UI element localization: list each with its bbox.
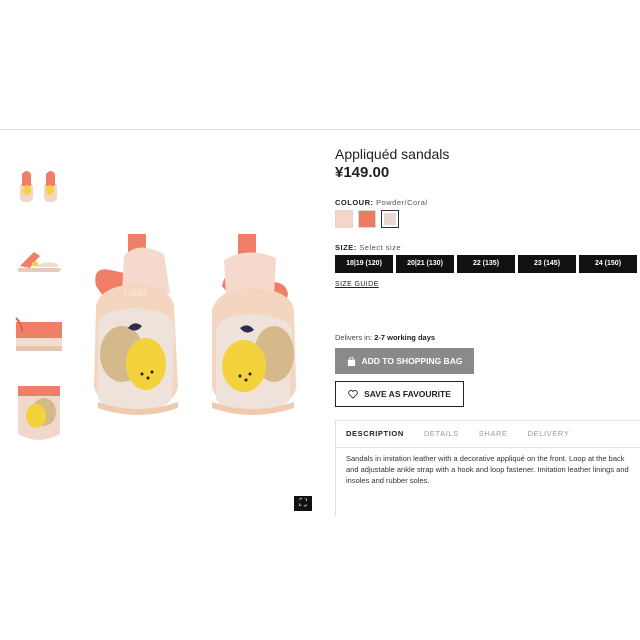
save-favourite-button[interactable]: SAVE AS FAVOURITE <box>335 381 464 407</box>
fullscreen-icon[interactable]: ⛶ <box>294 496 312 511</box>
colour-label-text: COLOUR: <box>335 198 374 207</box>
product-description: Sandals in imitation leather with a deco… <box>346 454 629 485</box>
brand-logo: H&M <box>124 288 146 299</box>
product-price: ¥149.00 <box>335 164 390 181</box>
swatch-selected[interactable] <box>381 210 399 228</box>
size-option[interactable]: 20|21 (130) <box>396 255 454 273</box>
size-option[interactable]: 22 (135) <box>457 255 515 273</box>
shopping-bag-icon <box>347 356 355 366</box>
add-to-bag-label: ADD TO SHOPPING BAG <box>361 356 463 366</box>
delivery-prefix: Delivers in: <box>335 333 373 342</box>
save-favourite-label: SAVE AS FAVOURITE <box>364 389 451 399</box>
colour-swatches <box>335 210 399 228</box>
tab-share[interactable]: SHARE <box>469 421 518 447</box>
delivery-value: 2-7 working days <box>374 333 436 342</box>
add-to-bag-button[interactable]: ADD TO SHOPPING BAG <box>335 348 474 374</box>
info-tabs-panel: DESCRIPTION DETAILS SHARE DELIVERY Sanda… <box>335 420 640 516</box>
thumbnail-front[interactable] <box>14 160 64 210</box>
product-title: Appliquéd sandals <box>335 146 450 162</box>
size-option[interactable]: 23 (145) <box>518 255 576 273</box>
size-guide-link[interactable]: SIZE GUIDE <box>335 281 379 288</box>
colour-value: Powder/Coral <box>376 198 428 207</box>
tab-delivery[interactable]: DELIVERY <box>518 421 580 447</box>
tab-description[interactable]: DESCRIPTION <box>336 421 414 447</box>
size-options: 18|19 (120) 20|21 (130) 22 (135) 23 (145… <box>335 255 637 273</box>
swatch-powder[interactable] <box>335 210 353 228</box>
thumbnail-back[interactable] <box>14 308 64 358</box>
delivery-info: Delivers in: 2-7 working days <box>335 333 435 342</box>
size-option[interactable]: 24 (150) <box>579 255 637 273</box>
header-divider <box>0 129 640 130</box>
tab-details[interactable]: DETAILS <box>414 421 469 447</box>
colour-label: COLOUR: Powder/Coral <box>335 198 428 207</box>
product-main-image: H&M <box>84 226 312 432</box>
swatch-coral[interactable] <box>358 210 376 228</box>
size-option[interactable]: 18|19 (120) <box>335 255 393 273</box>
heart-icon <box>348 389 358 399</box>
thumbnail-side[interactable] <box>14 236 64 286</box>
info-tabs: DESCRIPTION DETAILS SHARE DELIVERY <box>336 421 640 448</box>
thumbnail-detail[interactable] <box>14 380 64 446</box>
size-value: Select size <box>359 243 402 252</box>
size-label-text: SIZE: <box>335 243 357 252</box>
size-label: SIZE: Select size <box>335 243 401 252</box>
